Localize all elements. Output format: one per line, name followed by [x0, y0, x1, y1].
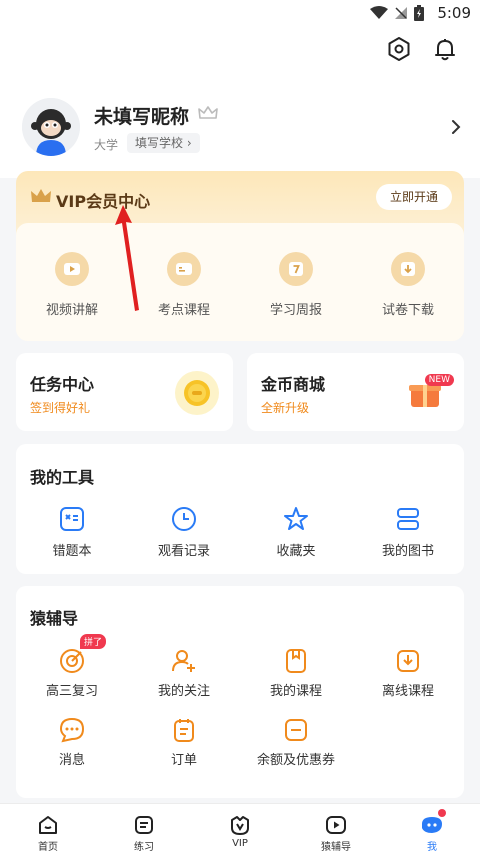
bell-icon[interactable] — [432, 36, 458, 62]
tab-vip[interactable]: VIP — [192, 804, 288, 855]
yfd-label: 消息 — [58, 753, 85, 768]
tool-label: 观看记录 — [157, 544, 210, 559]
vip-item-weekly[interactable]: 学习周报 — [240, 252, 352, 318]
nickname[interactable]: 未填写昵称 — [94, 102, 189, 129]
yfd-label: 余额及优惠券 — [256, 753, 335, 768]
tool-label: 错题本 — [52, 544, 92, 559]
coin-mall-subtitle: 全新升级 — [261, 401, 310, 415]
offline-icon — [397, 650, 419, 672]
vip-crown-icon — [31, 189, 51, 202]
annotation-arrow — [115, 205, 139, 311]
tool-watch-history[interactable]: 观看记录 — [128, 506, 240, 559]
yfd-label: 订单 — [170, 753, 197, 768]
tab-home[interactable]: 首页 — [0, 804, 96, 855]
tool-label: 我的图书 — [381, 544, 434, 559]
wifi-icon — [370, 6, 388, 19]
home-icon — [39, 816, 57, 834]
tab-practice[interactable]: 练习 — [96, 804, 192, 855]
top-actions — [386, 36, 458, 62]
tab-yuanfudao[interactable]: 猿辅导 — [288, 804, 384, 855]
tools-title: 我的工具 — [30, 468, 95, 487]
tools-grid: 错题本 观看记录 收藏夹 我的图书 — [16, 506, 464, 559]
me-icon — [422, 817, 442, 833]
coin-icon — [175, 371, 219, 415]
battery-icon — [414, 5, 424, 21]
star-icon — [284, 507, 308, 530]
chevron-right-icon: › — [186, 136, 192, 150]
school-label: 大学 — [94, 138, 119, 152]
vip-item-label: 学习周报 — [269, 303, 322, 318]
wrong-book-icon — [60, 507, 84, 531]
yfd-label: 我的课程 — [269, 684, 322, 699]
yfd-label: 我的关注 — [157, 684, 210, 699]
yfd-item-follow[interactable]: 我的关注 — [128, 648, 240, 699]
tab-me[interactable]: 我 — [384, 804, 480, 855]
tab-label: 首页 — [38, 842, 58, 853]
coin-mall-title: 金币商城 — [261, 375, 326, 394]
vip-item-download[interactable]: 试卷下载 — [352, 252, 464, 318]
yfd-item-my-courses[interactable]: 我的课程 — [240, 648, 352, 699]
no-signal-icon — [395, 7, 407, 19]
settings-icon[interactable] — [386, 36, 412, 62]
avatar[interactable] — [22, 98, 80, 156]
fill-school-button[interactable]: 填写学校 › — [127, 133, 200, 153]
status-time: 5:09 — [437, 4, 471, 22]
new-badge: NEW — [424, 374, 454, 386]
target-icon — [60, 649, 84, 673]
task-center-subtitle: 签到得好礼 — [30, 401, 91, 415]
yfd-label: 高三复习 — [45, 684, 98, 699]
course-icon — [286, 649, 306, 673]
order-icon — [174, 719, 194, 742]
vip-item-label: 试卷下载 — [381, 303, 434, 318]
profile-section[interactable]: 未填写昵称 大学 填写学校 › — [22, 98, 462, 160]
yuanfudao-row-1: 拼了 高三复习 我的关注 我的课程 离线课程 — [16, 634, 464, 699]
vip-icon — [231, 816, 249, 835]
yuanfudao-title: 猿辅导 — [30, 609, 79, 628]
vip-open-button[interactable]: 立即开通 — [376, 184, 452, 210]
coin-mall-card[interactable]: 金币商城 全新升级 NEW — [247, 353, 464, 431]
tool-favorites[interactable]: 收藏夹 — [240, 506, 352, 559]
yfd-item-message[interactable]: 消息 — [16, 717, 128, 768]
follow-icon — [172, 650, 195, 672]
tab-label: 练习 — [134, 842, 154, 853]
yfd-item-offline[interactable]: 离线课程 — [352, 648, 464, 699]
yfd-item-review[interactable]: 拼了 高三复习 — [16, 634, 128, 699]
tool-my-books[interactable]: 我的图书 — [352, 506, 464, 559]
vip-item-label: 视频讲解 — [45, 303, 98, 318]
tool-label: 收藏夹 — [276, 544, 316, 559]
practice-icon — [135, 816, 153, 834]
tab-label: VIP — [232, 838, 248, 849]
vip-grid: 视频讲解 考点课程 学习周报 试卷下载 — [16, 252, 464, 318]
balance-icon — [285, 719, 307, 741]
tab-label: 猿辅导 — [321, 842, 351, 853]
task-center-title: 任务中心 — [30, 375, 95, 394]
yfd-item-order[interactable]: 订单 — [128, 717, 240, 768]
yfd-label: 离线课程 — [381, 684, 434, 699]
vip-item-label: 考点课程 — [157, 303, 210, 318]
card-icon — [167, 252, 201, 286]
download-icon — [391, 252, 425, 286]
play-circle-icon — [326, 816, 346, 834]
clock-icon — [172, 507, 196, 531]
tab-label: 我 — [427, 842, 437, 853]
status-icons — [370, 5, 424, 21]
status-bar: 5:09 — [0, 0, 480, 28]
chevron-right-icon[interactable] — [450, 118, 462, 136]
tool-wrong-book[interactable]: 错题本 — [16, 506, 128, 559]
calendar-7-icon — [279, 252, 313, 286]
yfd-item-balance[interactable]: 余额及优惠券 — [240, 717, 352, 768]
fill-school-label: 填写学校 — [135, 136, 184, 150]
vip-item-video[interactable]: 视频讲解 — [16, 252, 128, 318]
books-icon — [397, 508, 419, 530]
pin-badge: 拼了 — [80, 634, 107, 649]
vip-item-courses[interactable]: 考点课程 — [128, 252, 240, 318]
crown-icon — [198, 106, 218, 119]
message-icon — [59, 717, 85, 743]
yuanfudao-row-2: 消息 订单 余额及优惠券 — [16, 717, 464, 768]
notification-dot — [438, 809, 446, 817]
play-icon — [55, 252, 89, 286]
bottom-tab-bar: 首页 练习 VIP 猿辅导 我 — [0, 803, 480, 855]
task-center-card[interactable]: 任务中心 签到得好礼 — [16, 353, 233, 431]
